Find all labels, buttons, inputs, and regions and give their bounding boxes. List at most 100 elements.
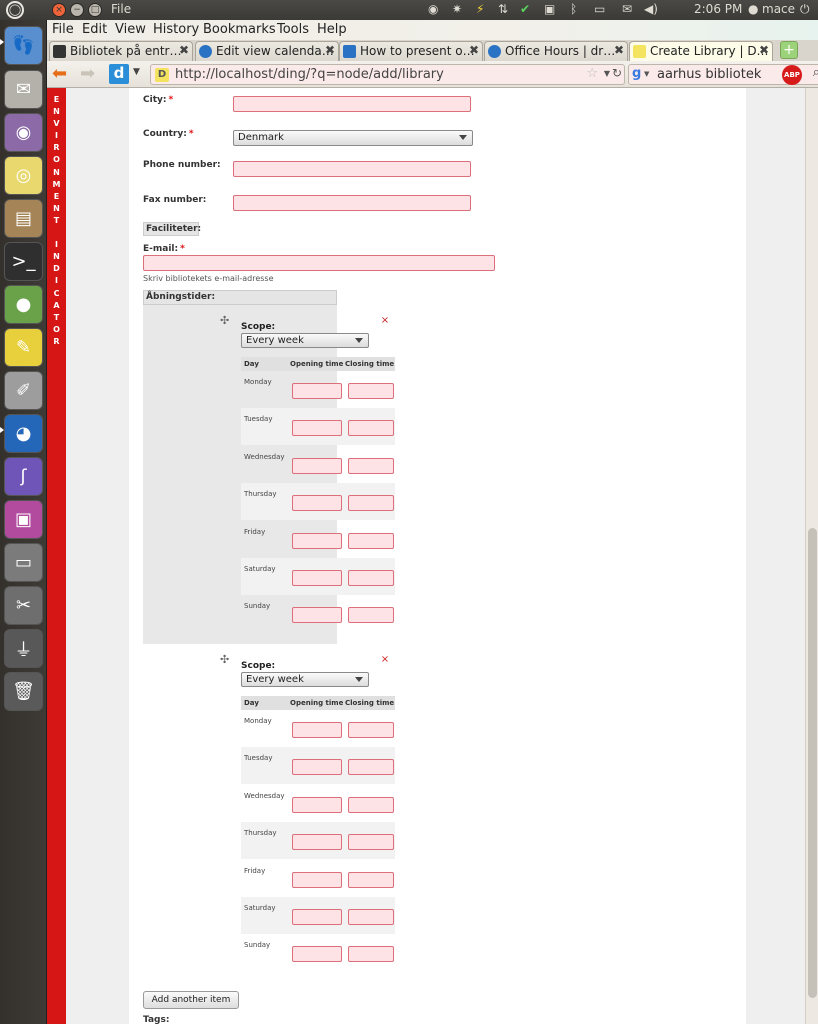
- close-tab-icon[interactable]: ✖: [325, 43, 335, 57]
- closing-time-field[interactable]: [348, 871, 394, 888]
- closing-time-field[interactable]: [348, 607, 394, 624]
- menu-help[interactable]: Help: [317, 22, 347, 37]
- menu-history[interactable]: History: [153, 22, 199, 37]
- closing-time-field[interactable]: [348, 722, 394, 738]
- power-icon[interactable]: ⚡: [476, 2, 484, 16]
- menu-edit[interactable]: Edit: [82, 22, 107, 37]
- tab-edit-view[interactable]: Edit view calenda… ✖: [195, 41, 339, 61]
- closing-time-field[interactable]: [348, 946, 394, 963]
- mail-client-icon[interactable]: ✉: [4, 70, 43, 109]
- software-center-icon[interactable]: ▤: [4, 199, 43, 238]
- closing-time-field[interactable]: [348, 383, 394, 399]
- opening-time-field[interactable]: [292, 383, 342, 399]
- mail-icon[interactable]: ✉: [622, 2, 632, 16]
- country-select[interactable]: Denmark: [233, 130, 473, 146]
- closing-time-field[interactable]: [348, 420, 394, 437]
- menu-file[interactable]: File: [52, 22, 74, 37]
- engine-dropdown-icon[interactable]: ▼: [644, 70, 649, 78]
- sync-icon[interactable]: ✔: [520, 2, 530, 16]
- firefox-icon[interactable]: ◕: [4, 414, 43, 453]
- drag-handle-icon[interactable]: ✣: [220, 653, 229, 666]
- facilities-fieldset-legend[interactable]: Faciliteter:: [143, 222, 201, 236]
- battery-icon[interactable]: ▭: [594, 2, 605, 16]
- closing-time-field[interactable]: [348, 796, 394, 813]
- scrollbar[interactable]: [805, 88, 818, 1024]
- opening-time-field[interactable]: [292, 457, 342, 474]
- fax-field[interactable]: [233, 195, 471, 211]
- tab-bibliotek[interactable]: Bibliotek på entr… ✖: [49, 41, 193, 61]
- opening-time-field[interactable]: [292, 722, 342, 738]
- tab-office-hours[interactable]: Office Hours | dr… ✖: [484, 41, 628, 61]
- tab-how-to-present[interactable]: How to present o… ✖: [339, 41, 483, 61]
- terminal-icon[interactable]: >_: [4, 242, 43, 281]
- opening-time-field[interactable]: [292, 834, 342, 851]
- opening-time-field[interactable]: [292, 759, 342, 776]
- opening-time-field[interactable]: [292, 871, 342, 888]
- network-icon[interactable]: ⇅: [498, 2, 508, 16]
- opening-time-field[interactable]: [292, 796, 342, 813]
- remove-item-button[interactable]: ×: [379, 316, 391, 328]
- clock[interactable]: 2:06 PM: [694, 2, 742, 16]
- closing-time-field[interactable]: [348, 909, 394, 925]
- closing-time-field[interactable]: [348, 457, 394, 474]
- webcam-icon[interactable]: ◉: [4, 113, 43, 152]
- tab-create-library[interactable]: Create Library | D… ✖: [629, 41, 773, 61]
- menu-bookmarks[interactable]: Bookmarks: [203, 22, 276, 37]
- emacs-icon[interactable]: ʃ: [4, 457, 43, 496]
- opening-time-field[interactable]: [292, 420, 342, 437]
- opening-time-field[interactable]: [292, 570, 342, 586]
- drag-handle-icon[interactable]: ✣: [220, 314, 229, 327]
- maximize-window-icon[interactable]: □: [88, 3, 102, 17]
- usb-drive-icon[interactable]: ⏚: [4, 629, 43, 668]
- minimize-window-icon[interactable]: −: [70, 3, 84, 17]
- closing-time-field[interactable]: [348, 495, 394, 512]
- spotify-icon[interactable]: ◉: [428, 2, 438, 16]
- closing-time-field[interactable]: [348, 532, 394, 549]
- audio-player-icon[interactable]: ◎: [4, 156, 43, 195]
- closing-time-field[interactable]: [348, 834, 394, 851]
- back-arrow-icon[interactable]: ⬅: [52, 63, 67, 84]
- volume-icon[interactable]: ◀): [644, 2, 658, 16]
- bookmark-star-icon[interactable]: ☆: [586, 66, 598, 81]
- new-tab-button[interactable]: +: [780, 41, 798, 59]
- trash-icon[interactable]: 🗑: [4, 672, 43, 711]
- opening-time-field[interactable]: [292, 909, 342, 925]
- add-another-item-button[interactable]: Add another item: [143, 991, 239, 1009]
- reload-icon[interactable]: ↻: [612, 66, 622, 80]
- opening-time-field[interactable]: [292, 946, 342, 963]
- screenshot-tool-icon[interactable]: ✂: [4, 586, 43, 625]
- close-tab-icon[interactable]: ✖: [469, 43, 479, 57]
- home-dropdown-icon[interactable]: ▼: [133, 67, 140, 77]
- city-field[interactable]: [233, 96, 471, 112]
- indicator-icon[interactable]: ✷: [452, 2, 462, 16]
- close-tab-icon[interactable]: ✖: [759, 43, 769, 57]
- opening-time-field[interactable]: [292, 607, 342, 624]
- url-bar[interactable]: D http://localhost/ding/?q=node/add/libr…: [150, 64, 625, 85]
- user-icon[interactable]: ●: [748, 2, 758, 16]
- close-window-icon[interactable]: ×: [52, 3, 66, 17]
- bluetooth-icon[interactable]: ᛒ: [570, 2, 577, 16]
- opening-time-field[interactable]: [292, 532, 342, 549]
- scrollbar-thumb[interactable]: [808, 528, 817, 998]
- search-icon[interactable]: ⌕: [813, 65, 818, 80]
- ding-home-icon[interactable]: d: [109, 64, 129, 84]
- presentation-icon[interactable]: ▣: [4, 500, 43, 539]
- forward-arrow-icon[interactable]: ➡: [80, 63, 95, 84]
- user-name[interactable]: mace: [762, 2, 795, 16]
- adblock-icon[interactable]: ABP: [782, 65, 802, 85]
- opening-time-field[interactable]: [292, 495, 342, 512]
- url-dropdown-icon[interactable]: ▼: [604, 69, 610, 78]
- menu-view[interactable]: View: [115, 22, 146, 37]
- file-manager-icon[interactable]: ▭: [4, 543, 43, 582]
- launcher-app-icon[interactable]: 👣: [4, 26, 43, 65]
- session-icon[interactable]: ⏻: [800, 2, 810, 17]
- ubuntu-logo-icon[interactable]: ◯: [6, 1, 24, 19]
- text-editor-icon[interactable]: ✐: [4, 371, 43, 410]
- closing-time-field[interactable]: [348, 570, 394, 586]
- menu-tools[interactable]: Tools: [277, 22, 309, 37]
- email-field[interactable]: [143, 255, 495, 271]
- pidgin-icon[interactable]: ●: [4, 285, 43, 324]
- notes-icon[interactable]: ✎: [4, 328, 43, 367]
- scope-select[interactable]: Every week: [241, 672, 369, 687]
- remove-item-button[interactable]: ×: [379, 655, 391, 667]
